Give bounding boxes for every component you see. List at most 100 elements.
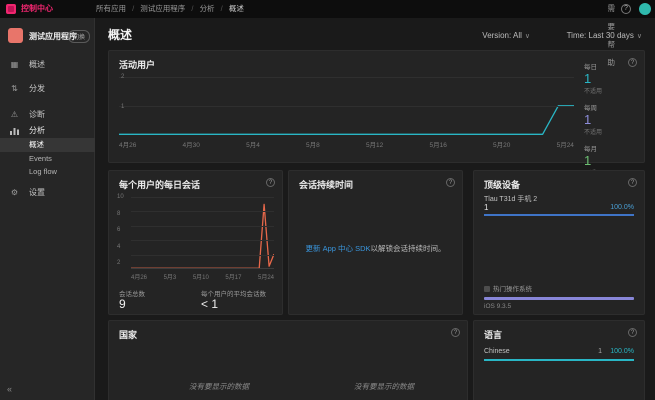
device-count: 1	[484, 203, 488, 212]
axis-tick: 5月10	[193, 272, 209, 281]
gear-icon: ⚙	[9, 186, 20, 200]
stat-value: < 1	[201, 297, 218, 311]
sidebar-item-diagnostics[interactable]: ⚠ 诊断	[0, 108, 95, 122]
breadcrumb-separator: /	[221, 4, 223, 13]
help-icon[interactable]: ?	[621, 4, 631, 14]
os-tag-icon	[484, 286, 490, 292]
gridline	[131, 211, 274, 212]
stat-value: 1	[584, 153, 636, 168]
stat-label: 每周	[584, 102, 636, 112]
chevron-down-icon: ∨	[637, 33, 642, 40]
help-question-icon[interactable]: ?	[451, 328, 460, 337]
language-name: Chinese	[484, 348, 510, 355]
y-axis-ticks: 108642	[117, 194, 129, 266]
page-title: 概述	[108, 26, 132, 43]
device-bar	[484, 214, 634, 216]
os-name: iOS 9.3.5	[484, 303, 511, 310]
sidebar-item-label: 分析	[29, 124, 45, 138]
gridline	[131, 226, 274, 227]
axis-tick: 4月26	[131, 272, 147, 281]
distribute-arrows-icon: ⇅	[9, 82, 20, 96]
stat-sub: 不适用	[584, 127, 636, 136]
y-axis-tick: 1	[121, 104, 124, 110]
grid-icon: ▦	[9, 58, 20, 72]
card-session-duration: 会话持续时间 ? 更新 App 中心 SDK以解锁会话持续时间。	[288, 170, 463, 315]
line-chart-svg	[131, 197, 274, 269]
os-section-label: 热门操作系统	[484, 283, 532, 293]
stat-weekly: 每周 1 不适用	[584, 102, 636, 136]
active-users-chart: 2 1	[119, 77, 574, 135]
axis-tick: 5月24	[557, 139, 574, 149]
logo-title[interactable]: 控制中心	[21, 0, 53, 18]
card-title: 每个用户的每日会话	[119, 178, 200, 191]
empty-data-message: 没有要显示的数据	[299, 381, 469, 392]
daily-sessions-chart	[131, 197, 274, 269]
sidebar-item-analytics[interactable]: 分析	[0, 124, 95, 138]
axis-tick: 5月12	[366, 139, 383, 149]
card-title: 顶级设备	[484, 178, 520, 191]
stat-sub: 不适用	[584, 86, 636, 95]
empty-data-message: 没有要显示的数据	[134, 381, 304, 392]
sidebar-item-settings[interactable]: ⚙ 设置	[0, 186, 95, 200]
card-title: 语言	[484, 328, 502, 341]
help-label[interactable]: 需要帮助	[608, 0, 616, 72]
app-switch-badge[interactable]: 切换	[68, 30, 90, 43]
unlock-chart-message: 更新 App 中心 SDK以解锁会话持续时间。	[297, 243, 454, 254]
sidebar-item-label: 概述	[29, 58, 45, 72]
user-avatar[interactable]	[639, 3, 651, 15]
language-percent: 100.0%	[610, 348, 634, 355]
os-label-text: 热门操作系统	[493, 286, 532, 293]
gridline	[131, 255, 274, 256]
stat-label: 每月	[584, 143, 636, 153]
breadcrumb-all-apps[interactable]: 所有应用	[96, 4, 126, 13]
app-icon	[8, 28, 23, 43]
help-question-icon[interactable]: ?	[628, 328, 637, 337]
help-question-icon[interactable]: ?	[266, 178, 275, 187]
message-rest: 以解锁会话持续时间。	[371, 244, 446, 253]
axis-tick: 5月16	[429, 139, 446, 149]
axis-tick: 5月20	[493, 139, 510, 149]
time-filter-label: Time: Last 30 days	[567, 31, 634, 40]
time-filter[interactable]: Time: Last 30 days∨	[567, 31, 642, 40]
help-question-icon[interactable]: ?	[628, 178, 637, 187]
breadcrumb-overview[interactable]: 概述	[229, 4, 244, 13]
active-users-stats: 每日 1 不适用 每周 1 不适用 每月 1 不适用	[584, 61, 636, 184]
sidebar-subitem-logflow[interactable]: Log flow	[0, 165, 95, 179]
sidebar-item-label: 设置	[29, 186, 45, 200]
stat-value: 1	[584, 112, 636, 127]
top-bar: 控制中心 所有应用 / 测试应用程序 / 分析 / 概述 需要帮助 ?	[0, 0, 655, 18]
breadcrumb-separator: /	[191, 4, 193, 13]
os-bar	[484, 297, 634, 300]
sidebar-collapse-icon[interactable]: «	[7, 384, 12, 394]
x-axis-ticks: 4月265月35月105月175月24	[131, 272, 274, 281]
breadcrumb-app[interactable]: 测试应用程序	[140, 4, 185, 13]
app-logo-icon[interactable]	[6, 4, 16, 14]
x-axis-line	[131, 268, 274, 269]
sidebar-item-distribute[interactable]: ⇅ 分发	[0, 82, 95, 96]
gridline	[131, 197, 274, 198]
sidebar-subitem-events[interactable]: Events	[0, 152, 95, 166]
axis-tick: 5月8	[306, 139, 320, 149]
help-question-icon[interactable]: ?	[446, 178, 455, 187]
sidebar-subitem-overview[interactable]: 概述	[0, 138, 95, 152]
card-countries: 国家 ? 没有要显示的数据 没有要显示的数据	[108, 320, 468, 400]
breadcrumb-separator: /	[132, 4, 134, 13]
card-title: 国家	[119, 328, 137, 341]
app-selector[interactable]: 测试应用程序 切换	[0, 26, 95, 46]
breadcrumb-analytics[interactable]: 分析	[200, 4, 215, 13]
main-content: 概述 Version: All∨ Time: Last 30 days∨ 活动用…	[95, 18, 655, 400]
axis-tick: 4	[117, 244, 129, 250]
sidebar-item-overview[interactable]: ▦ 概述	[0, 58, 95, 72]
device-name: Tlau T31d 手机 2	[484, 194, 537, 204]
axis-tick: 8	[117, 211, 129, 217]
breadcrumb: 所有应用 / 测试应用程序 / 分析 / 概述	[96, 0, 244, 18]
language-bar	[484, 359, 634, 361]
version-filter[interactable]: Version: All∨	[482, 31, 530, 40]
warning-triangle-icon: ⚠	[9, 108, 20, 122]
sidebar-subitem-label: 概述	[29, 138, 44, 152]
bar-chart-icon	[9, 124, 20, 138]
update-sdk-link[interactable]: 更新 App 中心 SDK	[305, 244, 370, 253]
card-active-users: 活动用户 ? 2 1 4月264月305月45月85月125月165月205月2…	[108, 50, 645, 163]
device-percent: 100.0%	[610, 204, 634, 211]
gridline	[119, 77, 574, 78]
